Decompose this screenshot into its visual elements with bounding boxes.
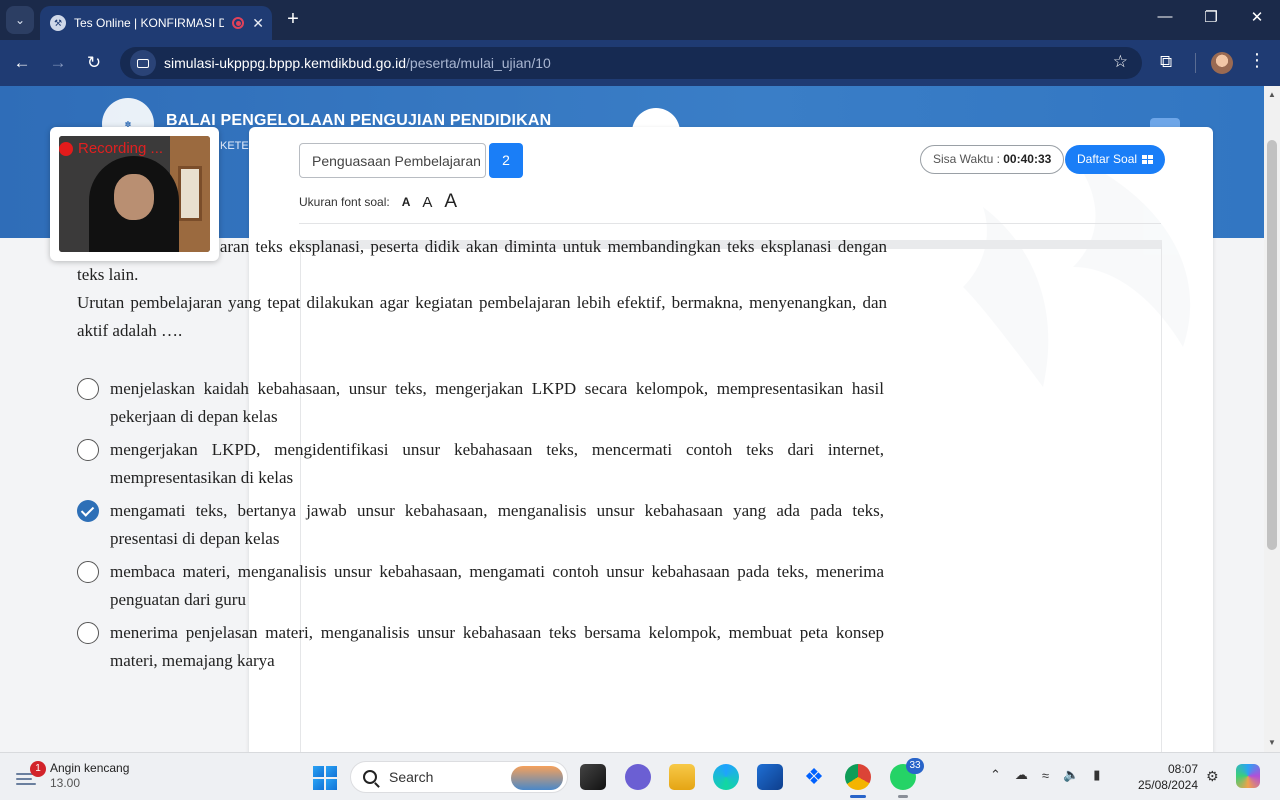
scrollbar-thumb[interactable] [1267,140,1277,550]
browser-tab-bar: ⌄ ⚒ Tes Online | KONFIRMASI D ✕ + — ❐ ✕ [0,0,1280,40]
windows-start-icon[interactable] [313,766,337,790]
reload-icon[interactable]: ↻ [83,52,105,74]
header-divider [299,223,1161,224]
taskbar-search[interactable]: Search [350,761,568,793]
answer-option-text: mengerjakan LKPD, mengidentifikasi unsur… [110,440,884,487]
edge-browser-icon[interactable] [713,764,739,790]
chat-app-icon[interactable] [625,764,651,790]
question-list-label: Daftar Soal [1077,152,1138,166]
answer-option-text: menerima penjelasan materi, menganalisis… [110,623,884,670]
onedrive-cloud-icon[interactable]: ☁ [1015,767,1028,783]
search-label: Search [389,769,434,785]
whatsapp-icon[interactable]: 33 [890,758,924,798]
font-size-label: Ukuran font soal: [299,195,390,209]
answer-options: menjelaskan kaidah kebahasaan, unsur tek… [77,375,884,680]
font-size-medium-button[interactable]: A [422,194,432,211]
answer-option-a[interactable]: menjelaskan kaidah kebahasaan, unsur tek… [77,375,884,431]
browser-toolbar: ← → ↻ simulasi-ukpppg.bppp.kemdikbud.go.… [0,40,1280,86]
answer-option-e[interactable]: menerima penjelasan materi, menganalisis… [77,619,884,675]
file-explorer-icon[interactable] [669,764,695,790]
weather-widget[interactable]: 1 Angin kencang 13.00 [16,761,129,791]
search-icon [363,770,377,784]
question-prompt: Urutan pembelajaran yang tepat dilakukan… [77,293,887,340]
radio-checked-icon[interactable] [77,500,99,522]
wifi-icon[interactable]: ≈ [1042,768,1049,783]
toolbar-divider [1195,53,1196,73]
answer-option-text: membaca materi, menganalisis unsur kebah… [110,562,884,609]
task-view-icon[interactable] [580,764,606,790]
new-tab-button[interactable]: + [282,8,304,32]
back-arrow-icon[interactable]: ← [11,52,33,74]
clock-date: 25/08/2024 [1137,778,1198,792]
webcam-recording-panel: Recording ... [50,127,219,261]
site-info-icon[interactable] [130,50,156,76]
clock-time: 08:07 [1167,762,1198,776]
bookmark-star-icon[interactable]: ☆ [1113,52,1128,72]
url-text: simulasi-ukpppg.bppp.kemdikbud.go.id/pes… [164,55,551,71]
page-scrollbar[interactable]: ▲ ▼ [1264,86,1280,752]
browser-tab-active[interactable]: ⚒ Tes Online | KONFIRMASI D ✕ [40,6,272,40]
site-favicon-icon: ⚒ [50,15,66,31]
copilot-icon[interactable] [1236,764,1260,788]
taskbar-clock[interactable]: 08:07 25/08/2024 [1134,761,1198,793]
timer-label: Sisa Waktu : [933,152,1004,166]
address-bar[interactable]: simulasi-ukpppg.bppp.kemdikbud.go.id/pes… [120,47,1142,79]
weather-time: 13.00 [50,776,81,790]
answer-option-text: mengamati teks, bertanya jawab unsur keb… [110,501,884,548]
answer-option-c[interactable]: mengamati teks, bertanya jawab unsur keb… [77,497,884,553]
weather-title: Angin kencang [50,761,130,775]
extensions-puzzle-icon[interactable]: ⧉ [1160,52,1172,72]
radio-unchecked-icon[interactable] [77,622,99,644]
answer-option-d[interactable]: membaca materi, menganalisis unsur kebah… [77,558,884,614]
battery-icon[interactable]: ▮ [1093,767,1100,783]
font-size-large-button[interactable]: A [444,191,457,213]
timer-value: 00:40:33 [1003,152,1052,166]
search-highlight-art [511,766,563,790]
font-size-small-button[interactable]: A [402,195,411,209]
recording-label: Recording ... [59,140,163,157]
scroll-up-icon[interactable]: ▲ [1268,90,1276,99]
chrome-browser-icon[interactable] [845,764,871,798]
question-list-button[interactable]: Daftar Soal [1065,145,1166,174]
store-icon[interactable] [757,764,783,790]
radio-unchecked-icon[interactable] [77,561,99,583]
notification-gear-icon[interactable]: ⚙ [1206,768,1222,784]
tab-close-icon[interactable]: ✕ [252,15,264,32]
font-size-controls: Ukuran font soal: A A A [299,191,457,213]
tab-search-button[interactable]: ⌄ [6,6,34,34]
restore-icon[interactable]: ❐ [1196,8,1226,26]
dropbox-icon[interactable]: ❖ [801,764,827,790]
minimize-icon[interactable]: — [1150,8,1180,25]
question-number-badge: 2 [489,143,523,178]
answer-option-b[interactable]: mengerjakan LKPD, mengidentifikasi unsur… [77,436,884,492]
radio-unchecked-icon[interactable] [77,378,99,400]
tray-overflow-chevron-icon[interactable]: ⌃ [990,767,1001,783]
window-close-icon[interactable]: ✕ [1242,8,1272,26]
system-tray: ⌃ ☁ ≈ 🔈 ▮ [990,767,1100,783]
wind-icon: 1 [16,761,46,787]
remaining-time-pill: Sisa Waktu : 00:40:33 [920,145,1065,174]
recording-text: Recording ... [78,140,164,157]
recording-indicator-icon [232,17,245,29]
grid-icon [1142,155,1154,164]
subject-selector[interactable]: Penguasaan Pembelajaran [299,143,486,178]
volume-icon[interactable]: 🔈 [1063,767,1079,783]
recording-dot-icon [59,141,73,156]
weather-alert-badge: 1 [30,761,46,777]
windows-taskbar: 1 Angin kencang 13.00 Search ❖ 33 ⌃ ☁ ≈ … [0,752,1280,800]
answer-option-text: menjelaskan kaidah kebahasaan, unsur tek… [110,379,884,426]
tab-title: Tes Online | KONFIRMASI D [74,16,225,30]
browser-menu-icon[interactable]: ⋮ [1248,50,1266,71]
scroll-down-icon[interactable]: ▼ [1268,738,1276,747]
whatsapp-unread-badge: 33 [906,758,924,774]
radio-unchecked-icon[interactable] [77,439,99,461]
profile-avatar[interactable] [1211,52,1233,74]
chevron-down-icon: ⌄ [14,13,26,27]
forward-arrow-icon[interactable]: → [47,52,69,74]
